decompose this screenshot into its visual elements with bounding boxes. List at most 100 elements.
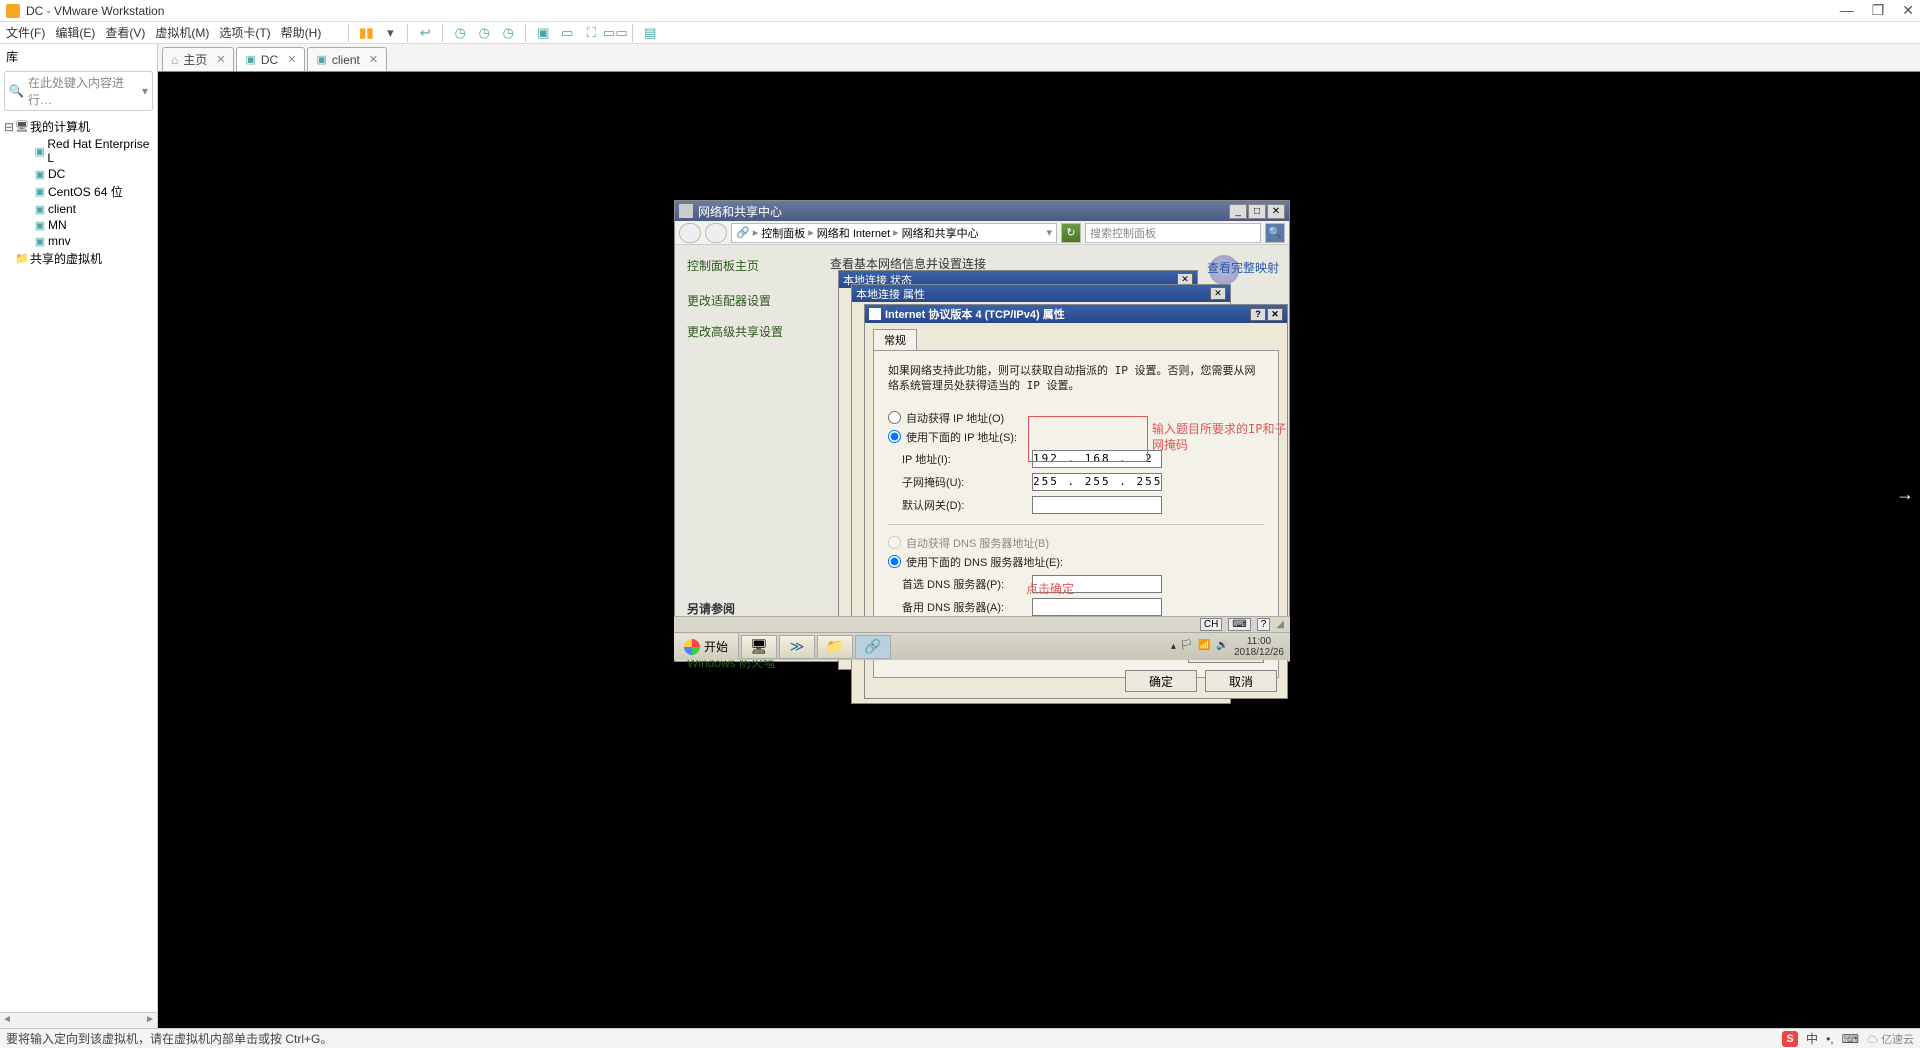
- close-icon[interactable]: ✕: [216, 53, 225, 66]
- tree-root[interactable]: ⊟ 🖥 我的计算机: [2, 117, 155, 136]
- pause-button[interactable]: ▮▮: [356, 24, 376, 42]
- tray-network-icon[interactable]: 📶: [1198, 640, 1212, 654]
- maximize-button[interactable]: ❐: [1872, 2, 1885, 19]
- tree-shared[interactable]: 📁 共享的虚拟机: [2, 249, 155, 268]
- dns2-input[interactable]: [1032, 598, 1162, 616]
- sidebar-scrollbar[interactable]: [0, 1012, 157, 1028]
- taskbar-explorer-button[interactable]: 📁: [817, 635, 853, 659]
- menu-edit[interactable]: 编辑(E): [55, 24, 95, 41]
- breadcrumb[interactable]: 🔗▸ 控制面板▸ 网络和 Internet▸ 网络和共享中心 ▾: [731, 223, 1057, 243]
- tree-item-mnv[interactable]: ▣mnv: [2, 233, 155, 249]
- search-button[interactable]: 🔍: [1265, 223, 1285, 243]
- menu-vm[interactable]: 虚拟机(M): [155, 24, 209, 41]
- vm-icon: ▣: [32, 219, 48, 232]
- close-button[interactable]: ✕: [1267, 308, 1283, 321]
- adapter-settings-link[interactable]: 更改适配器设置: [687, 292, 808, 309]
- host-titlebar: DC - VMware Workstation — ❐ ✕: [0, 0, 1920, 22]
- menu-help[interactable]: 帮助(H): [281, 24, 322, 41]
- menu-tabs[interactable]: 选项卡(T): [219, 24, 270, 41]
- help-button[interactable]: ?: [1250, 308, 1266, 321]
- sidebar-search[interactable]: 🔍 在此处键入内容进行… ▾: [4, 71, 153, 111]
- close-icon[interactable]: ✕: [369, 53, 378, 66]
- search-input[interactable]: 搜索控制面板: [1085, 223, 1261, 243]
- taskbar-network-button[interactable]: 🔗: [855, 635, 891, 659]
- see-also-heading: 另请参阅: [687, 600, 808, 617]
- tree-item-client[interactable]: ▣client: [2, 201, 155, 217]
- menu-file[interactable]: 文件(F): [6, 24, 45, 41]
- taskbar-powershell-button[interactable]: ≫: [779, 635, 815, 659]
- tray-flag-icon[interactable]: 🏳: [1180, 640, 1194, 654]
- tree-item-mn[interactable]: ▣MN: [2, 217, 155, 233]
- dropdown-icon[interactable]: ▾: [380, 24, 400, 42]
- menu-view[interactable]: 查看(V): [105, 24, 145, 41]
- taskbar-server-button[interactable]: 🖥: [741, 635, 777, 659]
- collapse-icon[interactable]: ⊟: [4, 120, 14, 134]
- minimize-button[interactable]: —: [1840, 2, 1854, 19]
- crumb-icon: 🔗: [736, 226, 750, 239]
- help-indicator[interactable]: ?: [1257, 618, 1271, 631]
- vm-icon: ▣: [32, 235, 48, 248]
- close-button[interactable]: ✕: [1902, 2, 1914, 19]
- close-icon[interactable]: ✕: [287, 53, 296, 66]
- ime-punct[interactable]: •,: [1826, 1032, 1834, 1046]
- view-button[interactable]: ▭: [557, 24, 577, 42]
- mask-input[interactable]: [1032, 473, 1162, 491]
- close-button[interactable]: ✕: [1267, 204, 1285, 219]
- tabbar: ⌂主页✕ ▣DC✕ ▣client✕: [158, 44, 1920, 72]
- back-button[interactable]: [679, 223, 701, 243]
- view-map-link[interactable]: 查看完整映射: [1207, 259, 1279, 276]
- close-button[interactable]: ✕: [1210, 287, 1226, 300]
- advanced-sharing-link[interactable]: 更改高级共享设置: [687, 323, 808, 340]
- unity-button[interactable]: ▣: [533, 24, 553, 42]
- ipv4-titlebar[interactable]: Internet 协议版本 4 (TCP/IPv4) 属性 ?✕: [865, 305, 1287, 323]
- window-title: DC - VMware Workstation: [26, 4, 1840, 18]
- tray-up-icon[interactable]: ▴: [1171, 641, 1176, 652]
- system-tray: ▴ 🏳 📶 🔊 11:002018/12/26: [1171, 636, 1290, 658]
- lang-indicator[interactable]: CH: [1200, 618, 1222, 631]
- snapshot-manage-button[interactable]: ◷: [474, 24, 494, 42]
- tray-sound-icon[interactable]: 🔊: [1216, 640, 1230, 654]
- send-button[interactable]: ↩: [415, 24, 435, 42]
- brand-watermark: ☁ 亿速云: [1867, 1031, 1914, 1047]
- control-panel-home-link[interactable]: 控制面板主页: [687, 257, 808, 274]
- gateway-input[interactable]: [1032, 496, 1162, 514]
- fullscreen-button[interactable]: ⛶: [581, 24, 601, 42]
- radio-manual-dns[interactable]: 使用下面的 DNS 服务器地址(E):: [888, 554, 1264, 570]
- ime-keyboard-icon[interactable]: ⌨: [1842, 1032, 1859, 1046]
- dropdown-icon[interactable]: ▾: [142, 84, 148, 98]
- tree-item-centos[interactable]: ▣CentOS 64 位: [2, 182, 155, 201]
- tab-client[interactable]: ▣client✕: [307, 47, 387, 71]
- multimon-button[interactable]: ▭▭: [605, 24, 625, 42]
- tab-dc[interactable]: ▣DC✕: [236, 47, 305, 71]
- lcp-titlebar[interactable]: 本地连接 属性 ✕: [852, 285, 1230, 302]
- vm-tree: ⊟ 🖥 我的计算机 ▣Red Hat Enterprise L ▣DC ▣Cen…: [0, 113, 157, 272]
- ime-indicator[interactable]: ⌨: [1228, 618, 1250, 631]
- cancel-button[interactable]: 取消: [1205, 670, 1277, 692]
- label-dns2: 备用 DNS 服务器(A):: [902, 599, 1032, 615]
- forward-button[interactable]: [705, 223, 727, 243]
- refresh-button[interactable]: ↻: [1061, 223, 1081, 243]
- tree-item-redhat[interactable]: ▣Red Hat Enterprise L: [2, 136, 155, 166]
- label-ip: IP 地址(I):: [902, 451, 1032, 467]
- tab-general[interactable]: 常规: [873, 329, 917, 350]
- radio-auto-dns: 自动获得 DNS 服务器地址(B): [888, 535, 1264, 551]
- snapshot-button[interactable]: ◷: [450, 24, 470, 42]
- maximize-button[interactable]: □: [1248, 204, 1266, 219]
- sogou-ime-icon[interactable]: S: [1782, 1031, 1798, 1047]
- ime-mode[interactable]: 中: [1806, 1030, 1818, 1047]
- ns-titlebar[interactable]: 网络和共享中心 _□✕: [675, 201, 1289, 221]
- tree-item-dc[interactable]: ▣DC: [2, 166, 155, 182]
- window-controls: — ❐ ✕: [1840, 2, 1914, 19]
- clock[interactable]: 11:002018/12/26: [1234, 636, 1284, 658]
- library-button[interactable]: ▤: [640, 24, 660, 42]
- minimize-button[interactable]: _: [1229, 204, 1247, 219]
- ok-button[interactable]: 确定: [1125, 670, 1197, 692]
- start-button[interactable]: 开始: [674, 634, 739, 660]
- snapshot-revert-button[interactable]: ◷: [498, 24, 518, 42]
- sidebar-header: 库: [0, 44, 157, 69]
- window-icon: [679, 204, 693, 218]
- resize-grip-icon[interactable]: ◢: [1276, 619, 1284, 630]
- tab-home[interactable]: ⌂主页✕: [162, 47, 234, 71]
- vm-viewport[interactable]: 网络和共享中心 _□✕ 🔗▸ 控制面板▸ 网络和 Internet▸ 网络和共享…: [158, 72, 1920, 1028]
- cursor-arrow-icon: →: [1890, 484, 1920, 505]
